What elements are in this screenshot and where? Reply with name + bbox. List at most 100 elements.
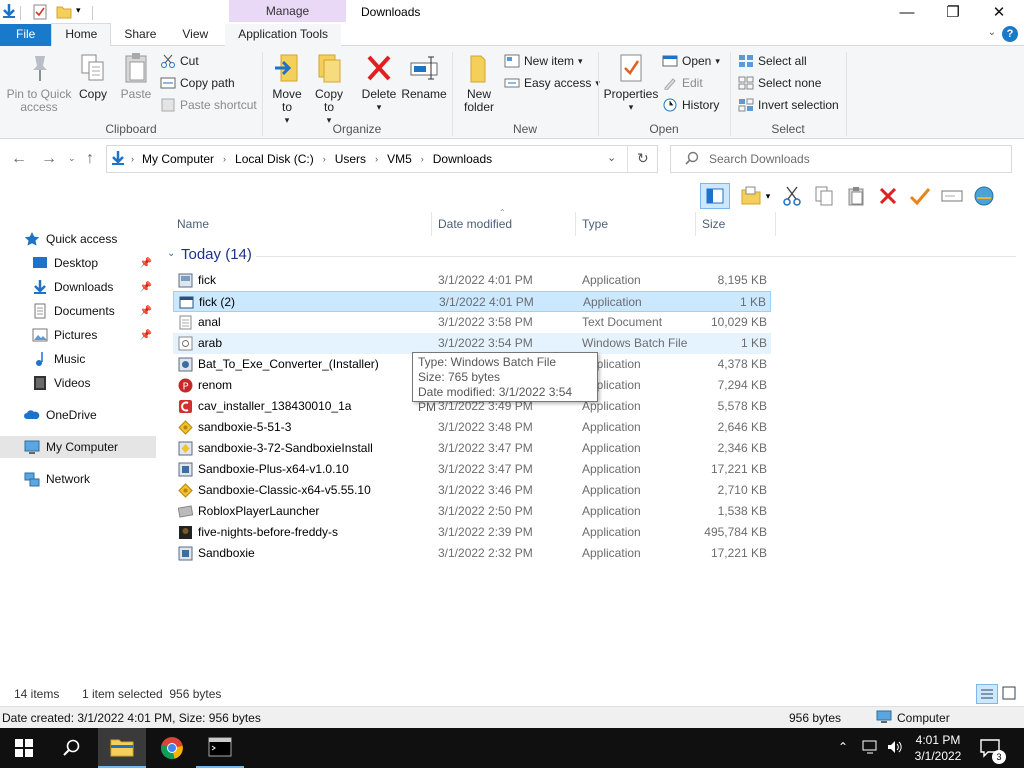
- select-all-button[interactable]: Select all: [738, 51, 839, 71]
- shell-globe-toolbar-icon[interactable]: [972, 184, 996, 208]
- file-row[interactable]: sandboxie-5-51-3 3/1/2022 3:48 PM Applicat…: [173, 417, 771, 438]
- rename-button[interactable]: Rename: [401, 52, 447, 101]
- breadcrumb-chevron-icon[interactable]: ›: [375, 154, 378, 164]
- rename-toolbar-icon[interactable]: [940, 184, 964, 208]
- breadcrumb-users[interactable]: Users: [335, 152, 366, 166]
- sidebar-item-music[interactable]: Music: [0, 348, 156, 370]
- file-explorer-taskbar-icon[interactable]: [98, 728, 146, 768]
- delete-toolbar-icon[interactable]: [876, 184, 900, 208]
- new-folder-quick-icon[interactable]: [56, 4, 72, 23]
- group-header-today[interactable]: Today (14): [181, 246, 252, 263]
- tab-view[interactable]: View: [169, 24, 221, 46]
- delete-button[interactable]: Delete ▾: [360, 52, 398, 114]
- maximize-button[interactable]: ❐: [930, 0, 976, 24]
- file-row[interactable]: Sandboxie-Classic-x64-v5.55.10 3/1/2022 3…: [173, 480, 771, 501]
- move-to-button[interactable]: Move to ▾: [270, 52, 304, 127]
- easy-access-button[interactable]: Easy access▾: [504, 73, 600, 93]
- sidebar-item-documents[interactable]: Documents 📌: [0, 300, 156, 322]
- cut-button[interactable]: Cut: [160, 51, 257, 71]
- sidebar-item-desktop[interactable]: Desktop 📌: [0, 252, 156, 274]
- search-taskbar-icon[interactable]: [48, 728, 96, 768]
- tab-share[interactable]: Share: [111, 24, 169, 46]
- sidebar-item-pictures[interactable]: Pictures 📌: [0, 324, 156, 346]
- back-arrow-icon[interactable]: ←: [11, 150, 27, 168]
- up-arrow-icon[interactable]: ↑: [86, 150, 94, 168]
- copy-button[interactable]: Copy: [76, 52, 110, 101]
- breadcrumb-my-computer[interactable]: My Computer: [142, 152, 214, 166]
- breadcrumb-chevron-icon[interactable]: ›: [223, 154, 226, 164]
- terminal-taskbar-icon[interactable]: [196, 728, 244, 768]
- file-row[interactable]: RobloxPlayerLauncher 3/1/2022 2:50 PM Appl…: [173, 501, 771, 522]
- breadcrumb-local-disk[interactable]: Local Disk (C:): [235, 152, 314, 166]
- address-bar[interactable]: › My Computer › Local Disk (C:) › Users …: [106, 145, 658, 173]
- group-collapse-chevron-icon[interactable]: ⌄: [167, 248, 175, 259]
- preview-pane-icon[interactable]: [700, 183, 730, 209]
- minimize-button[interactable]: —: [884, 0, 930, 24]
- new-folder-button[interactable]: New folder: [460, 52, 498, 114]
- edit-button[interactable]: Edit: [662, 73, 720, 93]
- properties-quick-icon[interactable]: [33, 4, 47, 23]
- file-row[interactable]: Sandboxie-Plus-x64-v1.0.10 3/1/2022 3:47 …: [173, 459, 771, 480]
- new-item-button[interactable]: New item ▾: [504, 51, 600, 71]
- volume-tray-icon[interactable]: [886, 739, 904, 758]
- network-tray-icon[interactable]: [862, 739, 880, 758]
- history-button[interactable]: History: [662, 95, 720, 115]
- paste-toolbar-icon[interactable]: [844, 184, 868, 208]
- tray-chevron-icon[interactable]: ⌃: [838, 740, 848, 754]
- paste-shortcut-button[interactable]: Paste shortcut: [160, 95, 257, 115]
- breadcrumb-chevron-icon[interactable]: ›: [421, 154, 424, 164]
- breadcrumb-downloads[interactable]: Downloads: [433, 152, 492, 166]
- column-header-size[interactable]: Size: [702, 216, 725, 238]
- large-icons-view-icon[interactable]: [1002, 686, 1016, 703]
- address-dropdown-icon[interactable]: ⌄: [607, 151, 616, 164]
- refresh-icon[interactable]: ↻: [637, 150, 649, 167]
- close-button[interactable]: ✕: [976, 0, 1022, 24]
- sidebar-item-network[interactable]: Network: [0, 468, 156, 490]
- search-input[interactable]: Search Downloads: [670, 145, 1012, 173]
- dropdown-icon[interactable]: ▾: [766, 191, 771, 202]
- file-type: Application: [582, 504, 641, 518]
- sidebar-item-my-computer[interactable]: My Computer: [0, 436, 156, 458]
- file-row[interactable]: fick (2) 3/1/2022 4:01 PM Application 1 KB: [173, 291, 771, 312]
- tab-home[interactable]: Home: [51, 23, 112, 46]
- clock[interactable]: 4:01 PM 3/1/2022: [906, 732, 970, 764]
- details-view-icon[interactable]: [976, 684, 998, 704]
- breadcrumb-chevron-icon[interactable]: ›: [323, 154, 326, 164]
- recent-locations-chevron-icon[interactable]: ⌄: [68, 153, 76, 164]
- file-row[interactable]: five-nights-before-freddy-s 3/1/2022 2:39…: [173, 522, 771, 543]
- help-icon[interactable]: ?: [1002, 26, 1018, 42]
- file-row[interactable]: sandboxie-3-72-SandboxieInstall 3/1/2022 …: [173, 438, 771, 459]
- breadcrumb-chevron-icon[interactable]: ›: [131, 154, 134, 164]
- pin-quick-access-button[interactable]: Pin to Quick access: [6, 52, 72, 114]
- file-row[interactable]: Sandboxie 3/1/2022 2:32 PM Application 17,2…: [173, 543, 771, 564]
- sidebar-item-quick-access[interactable]: Quick access: [0, 228, 156, 250]
- tab-file[interactable]: File: [0, 23, 52, 46]
- sidebar-item-videos[interactable]: Videos: [0, 372, 156, 394]
- column-header-date-modified[interactable]: Date modified: [438, 216, 512, 238]
- paste-button[interactable]: Paste: [118, 52, 154, 101]
- properties-button[interactable]: Properties ▾: [604, 52, 658, 114]
- tab-application-tools[interactable]: Application Tools: [225, 23, 342, 46]
- customize-quick-access-icon[interactable]: ▾: [76, 5, 81, 16]
- sidebar-item-downloads[interactable]: Downloads 📌: [0, 276, 156, 298]
- copy-path-button[interactable]: Copy path: [160, 73, 257, 93]
- file-row[interactable]: fick 3/1/2022 4:01 PM Application 8,195 KB: [173, 270, 771, 291]
- select-none-button[interactable]: Select none: [738, 73, 839, 93]
- copy-to-button[interactable]: Copy to ▾: [312, 52, 346, 127]
- properties-check-toolbar-icon[interactable]: [908, 184, 932, 208]
- column-header-name[interactable]: Name: [177, 216, 209, 238]
- forward-arrow-icon[interactable]: →: [41, 150, 57, 168]
- ribbon-expand-icon[interactable]: ⌄: [988, 27, 996, 38]
- breadcrumb-vm5[interactable]: VM5: [387, 152, 412, 166]
- file-row[interactable]: anal 3/1/2022 3:58 PM Text Document 10,029 …: [173, 312, 771, 333]
- invert-selection-button[interactable]: Invert selection: [738, 95, 839, 115]
- open-button[interactable]: Open ▾: [662, 51, 720, 71]
- cut-toolbar-icon[interactable]: [780, 184, 804, 208]
- copy-toolbar-icon[interactable]: [812, 184, 836, 208]
- chrome-taskbar-icon[interactable]: [148, 728, 196, 768]
- column-header-type[interactable]: Type: [582, 216, 608, 238]
- file-row[interactable]: arab 3/1/2022 3:54 PM Windows Batch File 1 …: [173, 333, 771, 354]
- start-button[interactable]: [0, 728, 48, 768]
- new-folder-toolbar-icon[interactable]: ▾: [738, 184, 772, 208]
- sidebar-item-onedrive[interactable]: OneDrive: [0, 404, 156, 426]
